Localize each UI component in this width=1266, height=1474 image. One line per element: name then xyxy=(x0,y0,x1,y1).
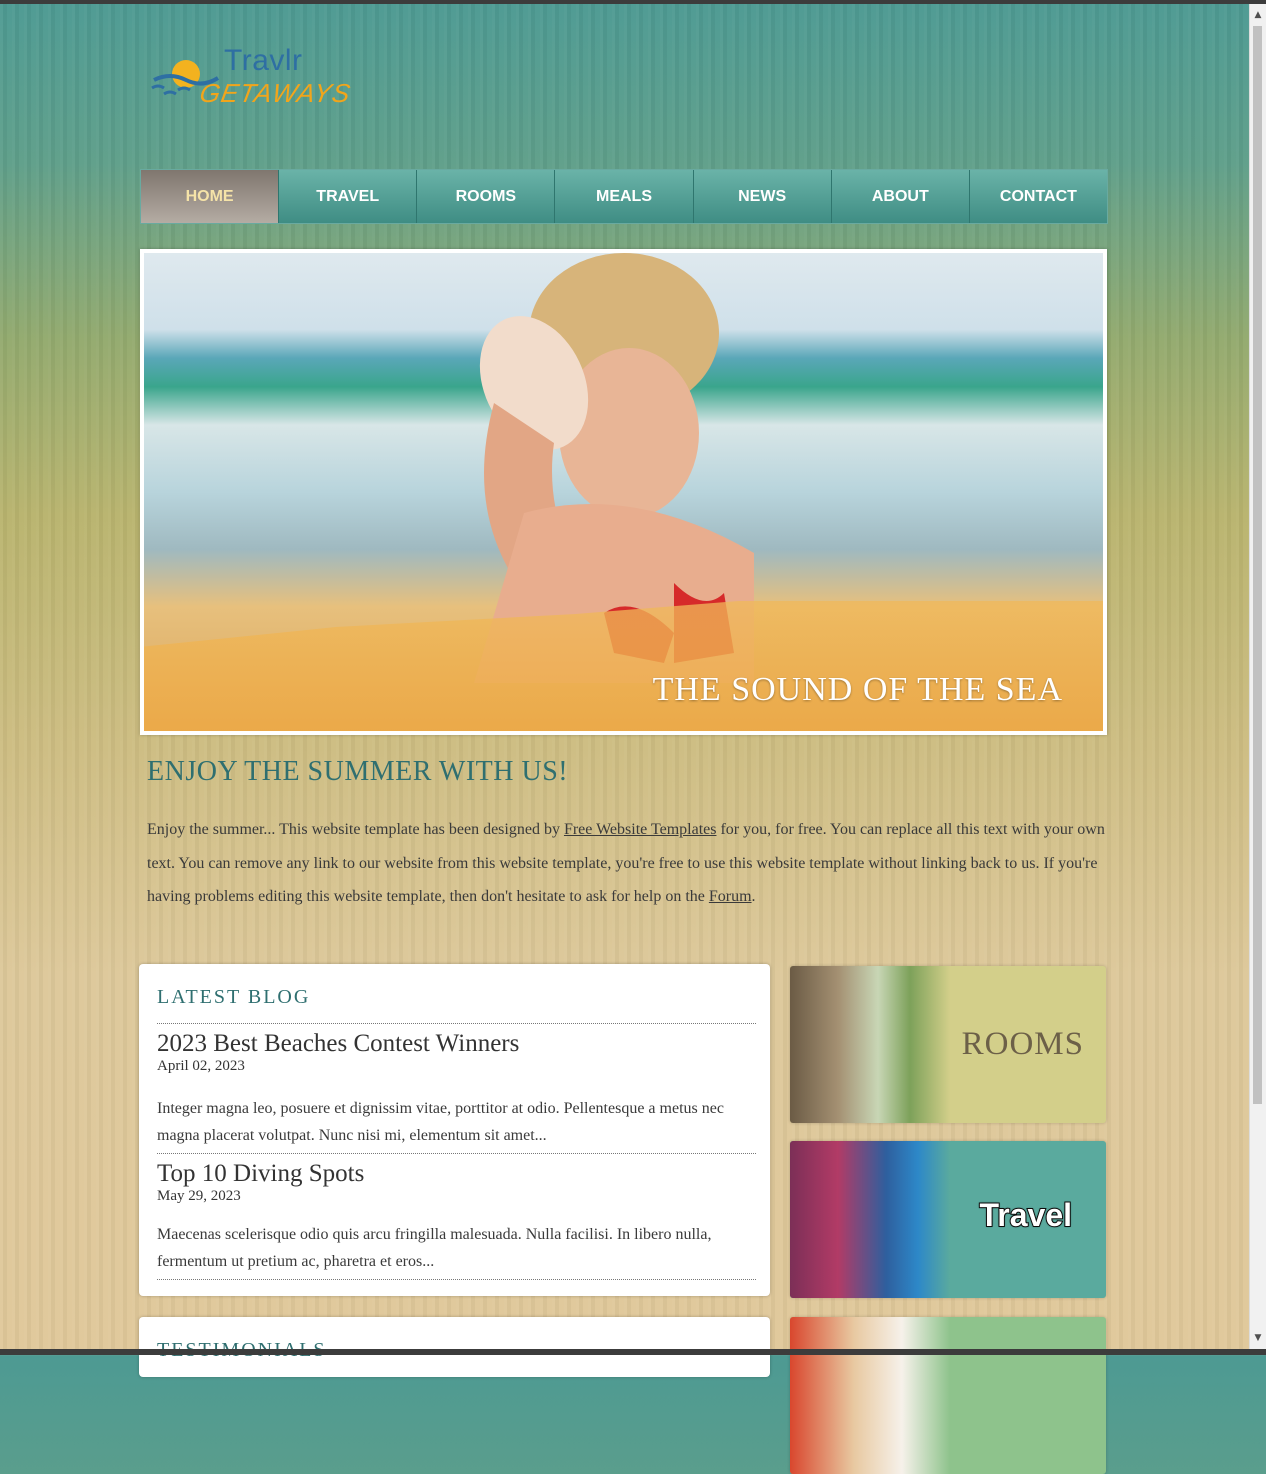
vertical-scrollbar[interactable]: ▲ ▼ xyxy=(1249,4,1266,1349)
browser-top-edge xyxy=(0,0,1266,4)
blog-post: Top 10 Diving Spots May 29, 2023 Maecena… xyxy=(157,1160,756,1280)
hero-image: THE SOUND OF THE SEA xyxy=(144,253,1103,731)
intro-text-part-1: Enjoy the summer... This website templat… xyxy=(147,821,564,838)
scroll-up-arrow-icon[interactable]: ▲ xyxy=(1253,10,1263,20)
nav-item-rooms[interactable]: ROOMS xyxy=(416,170,555,223)
logo-title: Travlr xyxy=(224,44,303,77)
testimonials-panel: TESTIMONIALS xyxy=(139,1317,770,1377)
nav-item-travel[interactable]: TRAVEL xyxy=(278,170,417,223)
meal-food-image xyxy=(790,1317,950,1474)
main-nav: HOME TRAVEL ROOMS MEALS NEWS ABOUT CONTA… xyxy=(140,169,1108,224)
intro-heading: ENJOY THE SUMMER WITH US! xyxy=(147,756,569,787)
nav-item-about[interactable]: ABOUT xyxy=(830,170,969,223)
hero-caption: THE SOUND OF THE SEA xyxy=(652,671,1063,708)
latest-blog-panel: LATEST BLOG 2023 Best Beaches Contest Wi… xyxy=(139,964,770,1296)
rooms-tile[interactable]: ROOMS xyxy=(790,966,1106,1123)
intro-text-part-3: . xyxy=(751,888,756,905)
scroll-down-arrow-icon[interactable]: ▼ xyxy=(1253,1333,1263,1343)
meals-tile[interactable] xyxy=(790,1317,1106,1474)
nav-item-home[interactable]: HOME xyxy=(141,170,279,223)
blog-post-excerpt: Integer magna leo, posuere et dignissim … xyxy=(157,1100,724,1144)
blog-post-date: May 29, 2023 xyxy=(157,1188,241,1204)
room-interior-image xyxy=(790,966,950,1123)
logo-subtitle: GETAWAYS xyxy=(197,78,354,108)
travel-tile[interactable]: Travel xyxy=(790,1141,1106,1298)
blog-post-excerpt: Maecenas scelerisque odio quis arcu frin… xyxy=(157,1226,712,1270)
travel-tile-label: Travel xyxy=(978,1196,1073,1234)
forum-link[interactable]: Forum xyxy=(709,888,752,905)
site-logo[interactable]: Travlr GETAWAYS xyxy=(150,44,360,120)
coral-reef-image xyxy=(790,1141,950,1298)
blog-post-date: April 02, 2023 xyxy=(157,1058,245,1074)
scrollbar-thumb[interactable] xyxy=(1253,26,1262,1104)
intro-paragraph: Enjoy the summer... This website templat… xyxy=(147,813,1107,914)
nav-item-news[interactable]: NEWS xyxy=(692,170,831,223)
sand-overlay xyxy=(144,601,1103,731)
rooms-tile-label: ROOMS xyxy=(961,1026,1084,1062)
blog-post-title[interactable]: Top 10 Diving Spots xyxy=(157,1160,756,1188)
nav-item-meals[interactable]: MEALS xyxy=(554,170,693,223)
hero-banner: THE SOUND OF THE SEA xyxy=(140,249,1107,735)
blog-post-title[interactable]: 2023 Best Beaches Contest Winners xyxy=(157,1030,756,1058)
nav-item-contact[interactable]: CONTACT xyxy=(968,170,1107,223)
latest-blog-heading: LATEST BLOG xyxy=(157,986,756,1024)
free-website-templates-link[interactable]: Free Website Templates xyxy=(564,821,717,838)
browser-bottom-edge xyxy=(0,1349,1266,1355)
blog-post: 2023 Best Beaches Contest Winners April … xyxy=(157,1030,756,1154)
